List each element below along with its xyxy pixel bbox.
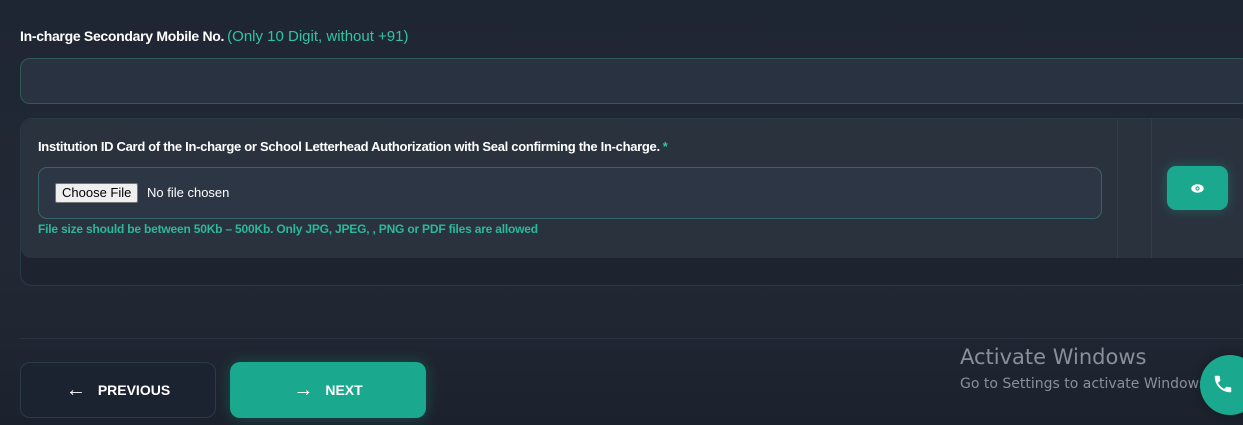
previous-label: PREVIOUS (97, 382, 171, 398)
arrow-left-icon: ← (65, 379, 86, 401)
upload-title-text: Institution ID Card of the In-charge or … (38, 139, 660, 154)
preview-button[interactable] (1167, 166, 1228, 210)
previous-button[interactable]: ← PREVIOUS (20, 362, 216, 418)
next-button[interactable]: → NEXT (230, 362, 426, 418)
secondary-mobile-input[interactable] (20, 58, 1243, 104)
divider (20, 338, 1243, 339)
choose-file-button[interactable]: Choose File (55, 183, 139, 203)
divider (1117, 119, 1118, 258)
form-page: In-charge Secondary Mobile No. (Only 10 D… (0, 0, 1243, 425)
secondary-mobile-label: In-charge Secondary Mobile No. (Only 10 D… (20, 28, 409, 45)
upload-title: Institution ID Card of the In-charge or … (38, 139, 668, 154)
required-mark: * (662, 139, 668, 154)
eye-icon (1191, 181, 1204, 196)
activate-windows-subtitle: Go to Settings to activate Windows. (960, 376, 1211, 392)
arrow-right-icon: → (293, 379, 314, 401)
call-button[interactable] (1200, 355, 1243, 415)
file-status: No file chosen (147, 185, 230, 200)
activate-windows-title: Activate Windows (960, 345, 1147, 369)
next-label: NEXT (325, 382, 363, 398)
phone-icon (1212, 373, 1234, 398)
secondary-mobile-hint: (Only 10 Digit, without +91) (227, 28, 409, 45)
file-input[interactable]: Choose File No file chosen (38, 167, 1102, 219)
file-size-note: File size should be between 50Kb – 500Kb… (38, 222, 538, 236)
upload-card-body: Institution ID Card of the In-charge or … (21, 119, 1243, 258)
upload-card: Institution ID Card of the In-charge or … (20, 118, 1243, 286)
secondary-mobile-label-text: In-charge Secondary Mobile No. (20, 28, 225, 44)
divider (1151, 119, 1152, 258)
